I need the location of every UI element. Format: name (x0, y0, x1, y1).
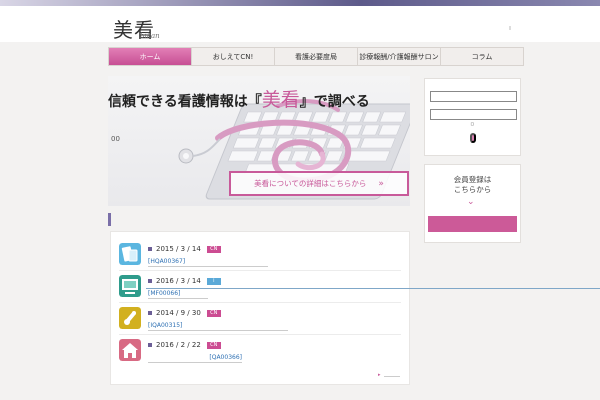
nav-item-column[interactable]: コラム (441, 48, 523, 65)
news-link[interactable]: [MF00066] (148, 290, 208, 299)
news-date: 2016 / 2 / 22 (156, 341, 201, 349)
category-badge: CN (206, 245, 221, 253)
member-registration-line2: こちらから (453, 185, 492, 194)
header-divider (509, 26, 511, 30)
bullet-square-icon (148, 311, 152, 315)
about-details-button[interactable]: 美看についての詳細はこちらから » (229, 171, 409, 196)
section-heading-marker (108, 213, 111, 226)
hero-banner: 信頼できる看護情報は『美看』で調べる 00 美看についての詳細はこちらから » (108, 76, 410, 206)
login-button[interactable] (470, 133, 476, 143)
house-icon (119, 339, 141, 361)
member-registration-button[interactable] (428, 216, 517, 232)
nav-item-nursing-necessity[interactable]: 看護必要度局 (275, 48, 358, 65)
password-input[interactable] (430, 109, 517, 120)
remember-checkbox[interactable]: ㅁ (470, 121, 475, 128)
hero-headline-brand: 美看 (261, 89, 300, 111)
news-meta: 2016 / 3 / 14 i (148, 277, 221, 285)
syringe-icon (119, 307, 141, 329)
logo-subtitle: bikan (140, 32, 160, 40)
category-badge: CN (206, 341, 221, 349)
horizontal-guide-line (146, 288, 600, 289)
news-date: 2016 / 3 / 14 (156, 277, 201, 285)
more-arrow-icon[interactable]: ▸ (378, 372, 381, 378)
hero-headline: 信頼できる看護情報は『美看』で調べる (108, 85, 370, 112)
nav-item-oshiete-cn[interactable]: おしえてCN! (192, 48, 275, 65)
login-panel: ㅁ (424, 78, 521, 156)
news-list: 2015 / 3 / 14 CN [HQA00367] 2016 / 3 / 1… (110, 231, 410, 385)
bullet-square-icon (148, 343, 152, 347)
news-meta: 2015 / 3 / 14 CN (148, 245, 221, 253)
main-nav: ホーム おしえてCN! 看護必要度局 診療報酬/介護報酬サロン コラム (108, 47, 524, 66)
user-id-input[interactable] (430, 91, 517, 102)
more-underline (384, 376, 400, 377)
news-link[interactable]: [HQA00367] (148, 258, 268, 267)
list-divider (119, 334, 401, 335)
member-registration-panel: 会員登録は こちらから ⌄ (424, 164, 521, 243)
list-divider (119, 270, 401, 271)
double-chevron-right-icon: » (378, 178, 384, 189)
category-badge: i (206, 277, 221, 285)
member-registration-line1: 会員登録は (453, 175, 492, 184)
bullet-square-icon (148, 279, 152, 283)
bullet-square-icon (148, 247, 152, 251)
nav-item-home[interactable]: ホーム (109, 48, 192, 65)
site-header: 美看 bikan (0, 6, 600, 42)
chevron-down-icon: ⌄ (467, 197, 475, 207)
list-divider (119, 302, 401, 303)
member-registration-text: 会員登録は こちらから (425, 175, 520, 195)
slide-counter: 00 (111, 135, 120, 143)
news-link[interactable]: [QA00366] (148, 354, 242, 363)
news-meta: 2016 / 2 / 22 CN (148, 341, 221, 349)
tablet-icon (119, 243, 141, 265)
news-date: 2014 / 9 / 30 (156, 309, 201, 317)
category-badge: CN (206, 309, 221, 317)
hero-headline-post: 』で調べる (299, 94, 370, 110)
news-meta: 2014 / 9 / 30 CN (148, 309, 221, 317)
nav-item-fee-salon[interactable]: 診療報酬/介護報酬サロン (358, 48, 441, 65)
news-link[interactable]: [IQA00315] (148, 322, 288, 331)
monitor-icon (119, 275, 141, 297)
about-details-label: 美看についての詳細はこちらから (254, 179, 367, 188)
news-date: 2015 / 3 / 14 (156, 245, 201, 253)
hero-headline-pre: 信頼できる看護情報は『 (108, 94, 262, 110)
